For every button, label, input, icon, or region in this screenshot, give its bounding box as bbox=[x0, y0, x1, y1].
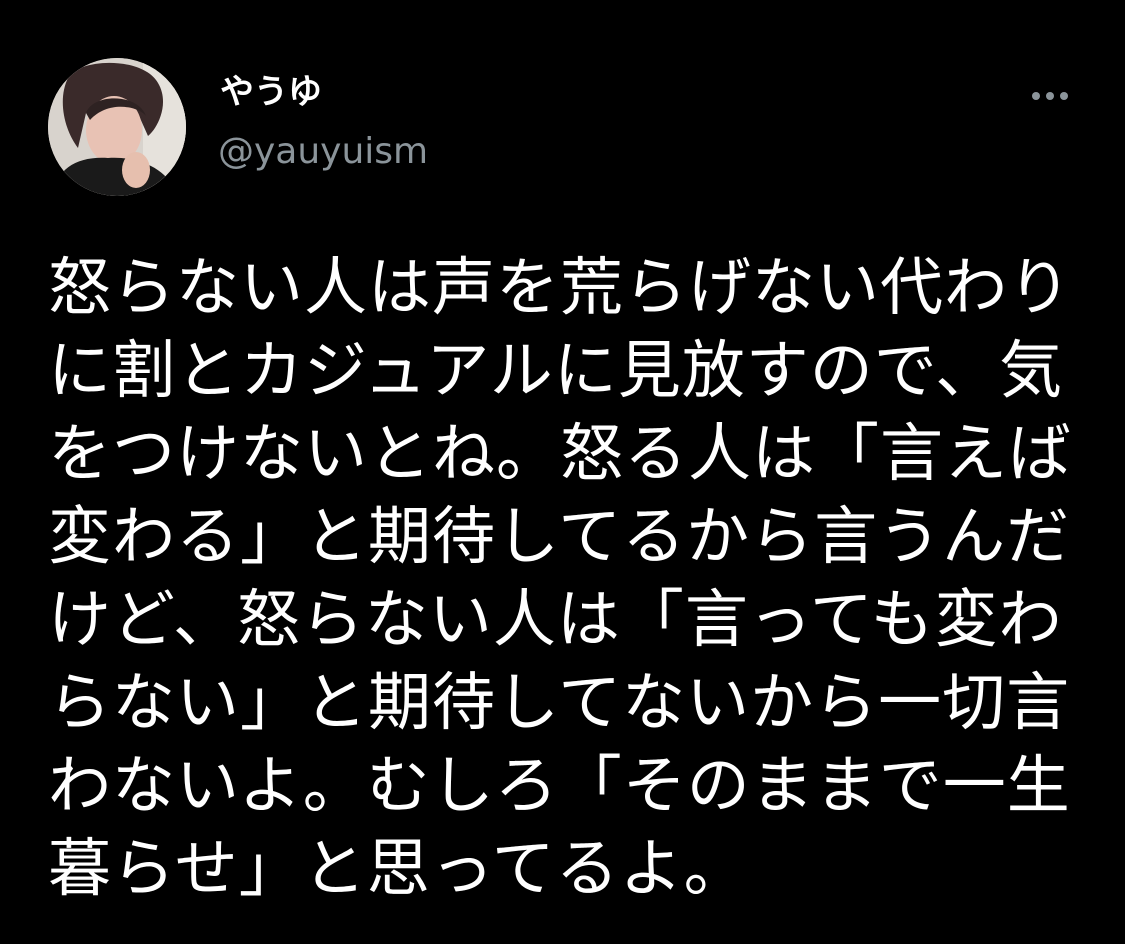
tweet-card: やうゆ @yauyuism 怒らない人は声を荒らげない代わり に割とカジュアルに… bbox=[0, 0, 1125, 944]
display-name[interactable]: やうゆ bbox=[220, 68, 322, 116]
user-handle[interactable]: @yauyuism bbox=[218, 128, 428, 176]
ellipsis-dot bbox=[1046, 92, 1054, 100]
tweet-text-line: 怒らない人は声を荒らげない代わり bbox=[48, 251, 1072, 324]
avatar[interactable] bbox=[48, 58, 186, 196]
avatar-photo bbox=[48, 58, 186, 196]
tweet-text-line: けど、怒らない人は「言っても変わ bbox=[48, 583, 1063, 656]
tweet-text: 怒らない人は声を荒らげない代わり に割とカジュアルに見放すので、気 をつけないと… bbox=[48, 246, 1088, 910]
tweet-text-line: 暮らせ」と思ってるよ。 bbox=[48, 832, 748, 905]
ellipsis-icon[interactable] bbox=[1024, 72, 1076, 120]
tweet-text-line: 変わる」と期待してるから言うんだ bbox=[48, 500, 1071, 573]
tweet-text-line: に割とカジュアルに見放すので、気 bbox=[48, 334, 1064, 407]
tweet-text-line: わないよ。むしろ「そのままで一生 bbox=[48, 749, 1071, 822]
ellipsis-dot bbox=[1032, 92, 1040, 100]
tweet-text-line: らない」と期待してないから一切言 bbox=[48, 666, 1071, 739]
tweet-text-line: をつけないとね。怒る人は「言えば bbox=[48, 417, 1072, 490]
ellipsis-dot bbox=[1060, 92, 1068, 100]
